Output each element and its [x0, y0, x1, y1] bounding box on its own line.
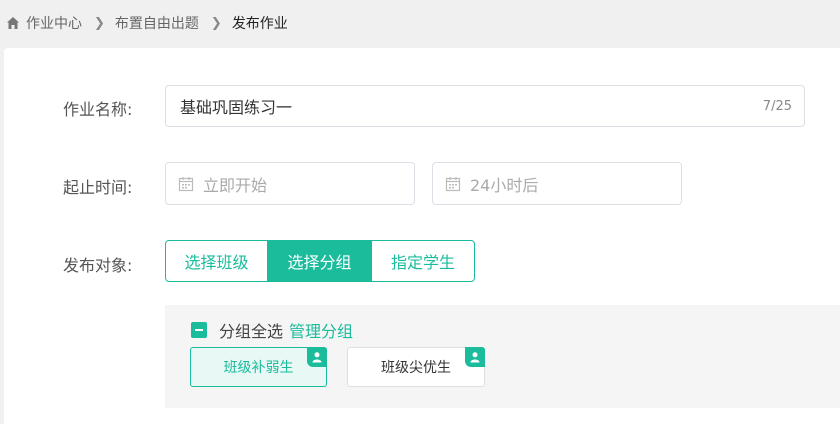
group-tag-top[interactable]: 班级尖优生: [347, 347, 485, 387]
char-counter: 7/25: [762, 98, 792, 114]
name-label: 作业名称:: [63, 100, 133, 119]
time-label: 起止时间:: [63, 178, 133, 197]
select-class-button[interactable]: 选择班级: [165, 240, 268, 282]
end-time-input[interactable]: 24小时后: [432, 162, 682, 205]
chevron-right-icon: ❯: [94, 15, 105, 31]
select-student-button[interactable]: 指定学生: [371, 240, 475, 282]
start-time-input[interactable]: 立即开始: [165, 162, 415, 205]
homework-name-input[interactable]: 基础巩固练习一 7/25: [165, 85, 805, 127]
group-tag-label: 班级补弱生: [223, 360, 294, 376]
breadcrumb-current: 发布作业: [231, 16, 288, 32]
group-header: 分组全选 管理分组: [191, 318, 353, 342]
main-panel: 作业名称: 基础巩固练习一 7/25 起止时间: 立即开始 24小时后 发布对象…: [4, 48, 840, 424]
select-group-button[interactable]: 选择分组: [268, 240, 371, 282]
user-icon: [465, 347, 485, 367]
group-tag-label: 班级尖优生: [381, 360, 451, 376]
group-tag-weak[interactable]: 班级补弱生: [190, 347, 327, 387]
select-all-label[interactable]: 分组全选: [219, 318, 283, 342]
calendar-icon: [178, 176, 194, 192]
select-all-checkbox[interactable]: [191, 322, 207, 338]
group-selection-box: 分组全选 管理分组 班级补弱生 班级尖优生: [165, 305, 840, 408]
breadcrumb-item-homework-center[interactable]: 作业中心: [26, 13, 82, 33]
breadcrumb-item-free-questions[interactable]: 布置自由出题: [115, 13, 199, 33]
calendar-icon: [445, 176, 461, 192]
breadcrumb: 作业中心 ❯ 布置自由出题 ❯ 发布作业: [0, 0, 840, 46]
target-segmented-control: 选择班级 选择分组 指定学生: [165, 240, 475, 282]
manage-groups-link[interactable]: 管理分组: [289, 318, 353, 342]
homework-name-value: 基础巩固练习一: [180, 98, 293, 117]
target-label: 发布对象:: [63, 256, 133, 275]
user-icon: [307, 347, 327, 367]
end-time-placeholder: 24小时后: [470, 175, 539, 195]
start-time-placeholder: 立即开始: [203, 175, 268, 195]
home-icon[interactable]: [6, 16, 20, 30]
chevron-right-icon: ❯: [210, 15, 222, 31]
